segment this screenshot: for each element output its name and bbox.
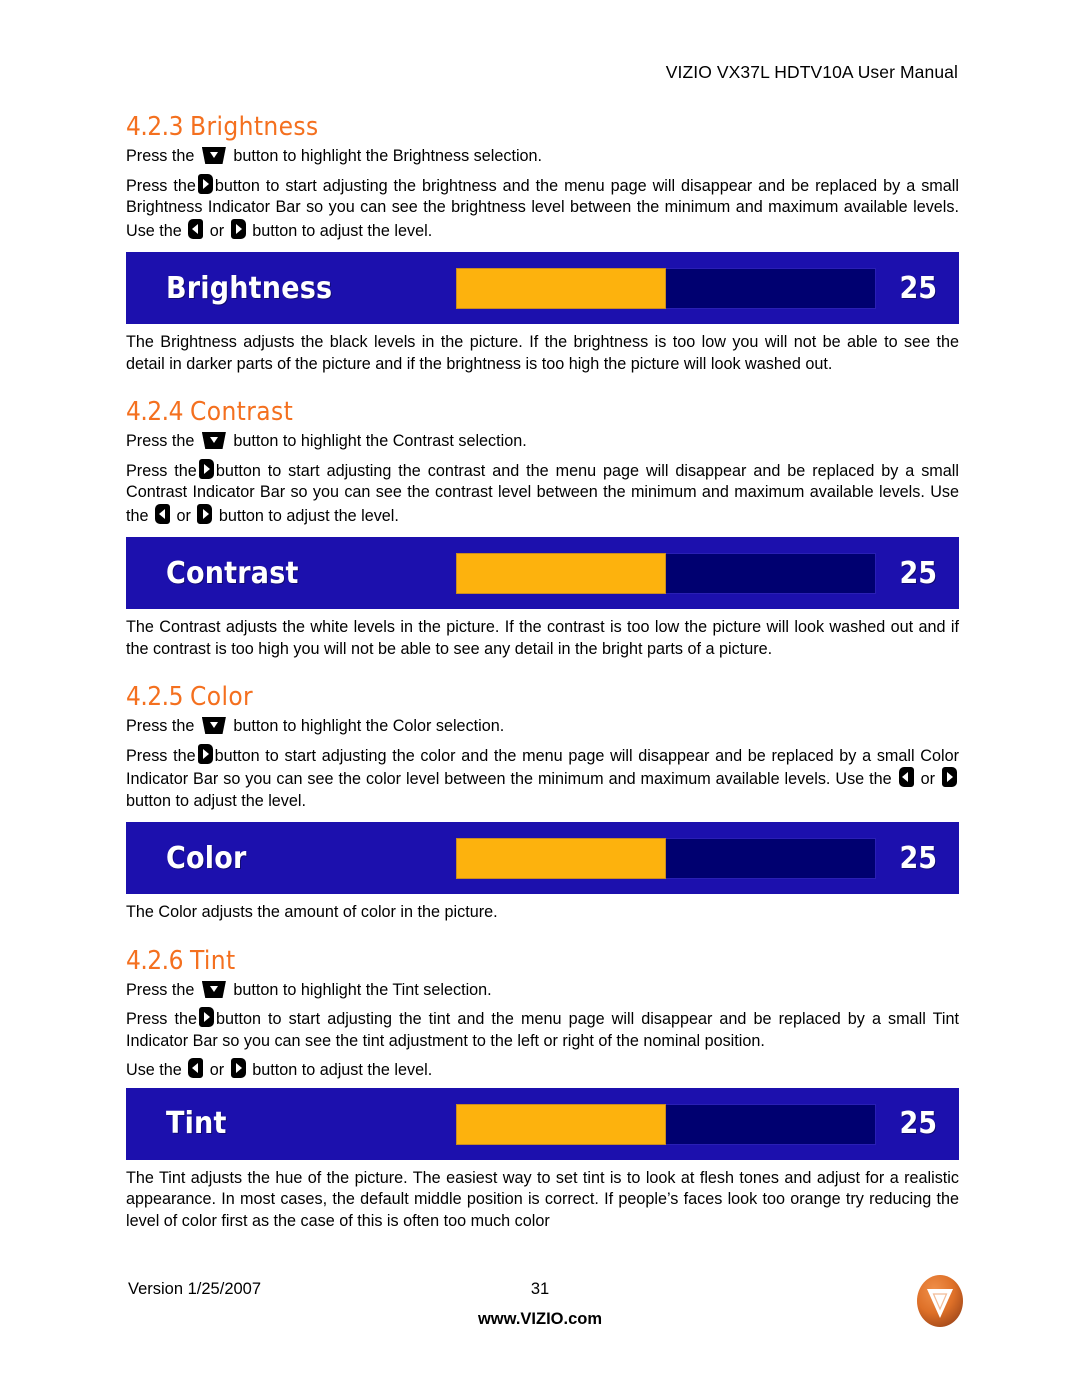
right-arrow-button-icon[interactable] [198,1007,214,1027]
use-the-text: Use the [126,1061,182,1079]
contrast-paragraph-2: Press the button to start adjusting the c… [126,458,959,528]
brightness-description: The Brightness adjusts the black levels … [126,333,959,373]
adjust-instruction-text: button to start adjusting the brightness… [126,176,959,240]
right-arrow-button-icon[interactable] [197,173,213,194]
osd-label: Color [166,840,247,876]
page-header: VIZIO VX37L HDTV10A User Manual [665,62,958,82]
section-title: Tint [190,945,236,976]
color-indicator-bar: Color 25 [126,822,959,894]
or-text: or [209,1061,225,1079]
tint-paragraph-3: Use the or button to adjust the level. [126,1058,959,1082]
contrast-description: The Contrast adjusts the white levels in… [126,618,959,658]
section-number: 4.2.5 [126,682,184,712]
osd-value: 25 [899,1106,937,1141]
tint-indicator-bar: Tint 25 [126,1087,959,1160]
or-text: or [920,770,936,788]
brightness-indicator-bar: Brightness 25 [126,252,959,324]
adjust-instruction-text: button to start adjusting the tint and t… [126,1010,959,1050]
section-heading-contrast: 4.2.4 Contrast [126,397,959,427]
brightness-paragraph-2: Press the button to start adjusting the b… [126,173,959,243]
page-content: 4.2.3 Brightness Press the button to high… [126,112,959,1242]
osd-label: Contrast [166,555,299,591]
section-number: 4.2.6 [126,945,184,976]
osd-track[interactable] [456,1103,876,1145]
osd-label: Brightness [166,270,333,306]
down-arrow-button-icon[interactable] [202,147,226,164]
highlight-instruction-text: button to highlight the Tint selection. [233,980,492,999]
adjust-level-text: button to adjust the level. [252,1061,433,1079]
press-the-text: Press the [126,461,197,480]
press-the-text: Press the [126,717,195,735]
contrast-indicator-bar: Contrast 25 [126,537,959,609]
tint-description: The Tint adjusts the hue of the picture.… [126,1168,959,1230]
or-text: or [209,221,225,240]
osd-track[interactable] [456,268,876,309]
down-arrow-button-icon[interactable] [202,981,226,998]
adjust-level-text: button to adjust the level. [252,221,433,240]
section-heading-brightness: 4.2.3 Brightness [126,112,959,142]
tint-paragraph-1: Press the button to highlight the Tint s… [126,980,959,1002]
down-arrow-button-icon[interactable] [202,432,226,449]
section-heading-tint: 4.2.6 Tint [126,946,959,976]
osd-value: 25 [899,555,937,591]
vizio-logo-icon [912,1272,968,1330]
left-arrow-button-icon[interactable] [155,503,171,524]
down-arrow-button-icon[interactable] [202,717,226,734]
section-title: Brightness [190,112,319,142]
adjust-level-text: button to adjust the level. [218,506,399,525]
osd-track[interactable] [456,553,876,594]
osd-fill [456,553,666,594]
section-heading-color: 4.2.5 Color [126,682,959,712]
highlight-instruction-text: button to highlight the Brightness selec… [233,147,543,165]
highlight-instruction-text: button to highlight the Color selection. [233,717,505,735]
osd-label: Tint [166,1106,227,1141]
osd-value: 25 [899,270,937,306]
document-page: VIZIO VX37L HDTV10A User Manual 4.2.3 Bri… [0,0,1080,1397]
osd-track[interactable] [456,838,876,879]
adjust-level-text: button to adjust the level. [126,791,306,810]
color-paragraph-1: Press the button to highlight the Color … [126,716,959,738]
right-arrow-button-icon[interactable] [942,767,958,787]
press-the-text: Press the [126,147,195,165]
left-arrow-button-icon[interactable] [898,767,914,787]
section-number: 4.2.3 [126,112,184,142]
adjust-instruction-text: button to start adjusting the color and … [126,746,959,789]
contrast-paragraph-1: Press the button to highlight the Contra… [126,431,959,453]
section-title: Color [190,682,254,712]
color-paragraph-2: Press the button to start adjusting the c… [126,743,959,813]
right-arrow-button-icon[interactable] [197,503,213,524]
right-arrow-button-icon[interactable] [197,743,213,764]
left-arrow-button-icon[interactable] [188,1058,204,1078]
press-the-text: Press the [126,746,196,765]
right-arrow-button-icon[interactable] [198,458,214,479]
right-arrow-button-icon[interactable] [230,1058,246,1078]
page-footer: Version 1/25/2007 31 www.VIZIO.com [0,1275,1080,1390]
osd-fill [456,838,666,879]
left-arrow-button-icon[interactable] [188,218,204,239]
right-arrow-button-icon[interactable] [230,218,246,239]
color-description: The Color adjusts the amount of color in… [126,903,498,921]
osd-value: 25 [899,840,937,876]
or-text: or [176,506,191,525]
osd-fill [456,268,666,309]
press-the-text: Press the [126,1010,197,1028]
highlight-instruction-text: button to highlight the Contrast selecti… [233,432,527,450]
section-title: Contrast [190,397,294,427]
tint-paragraph-2: Press the button to start adjusting the t… [126,1007,959,1052]
brightness-paragraph-1: Press the button to highlight the Bright… [126,146,959,168]
press-the-text: Press the [126,980,195,999]
press-the-text: Press the [126,176,196,195]
press-the-text: Press the [126,432,195,450]
section-number: 4.2.4 [126,397,184,427]
osd-fill [456,1103,666,1145]
